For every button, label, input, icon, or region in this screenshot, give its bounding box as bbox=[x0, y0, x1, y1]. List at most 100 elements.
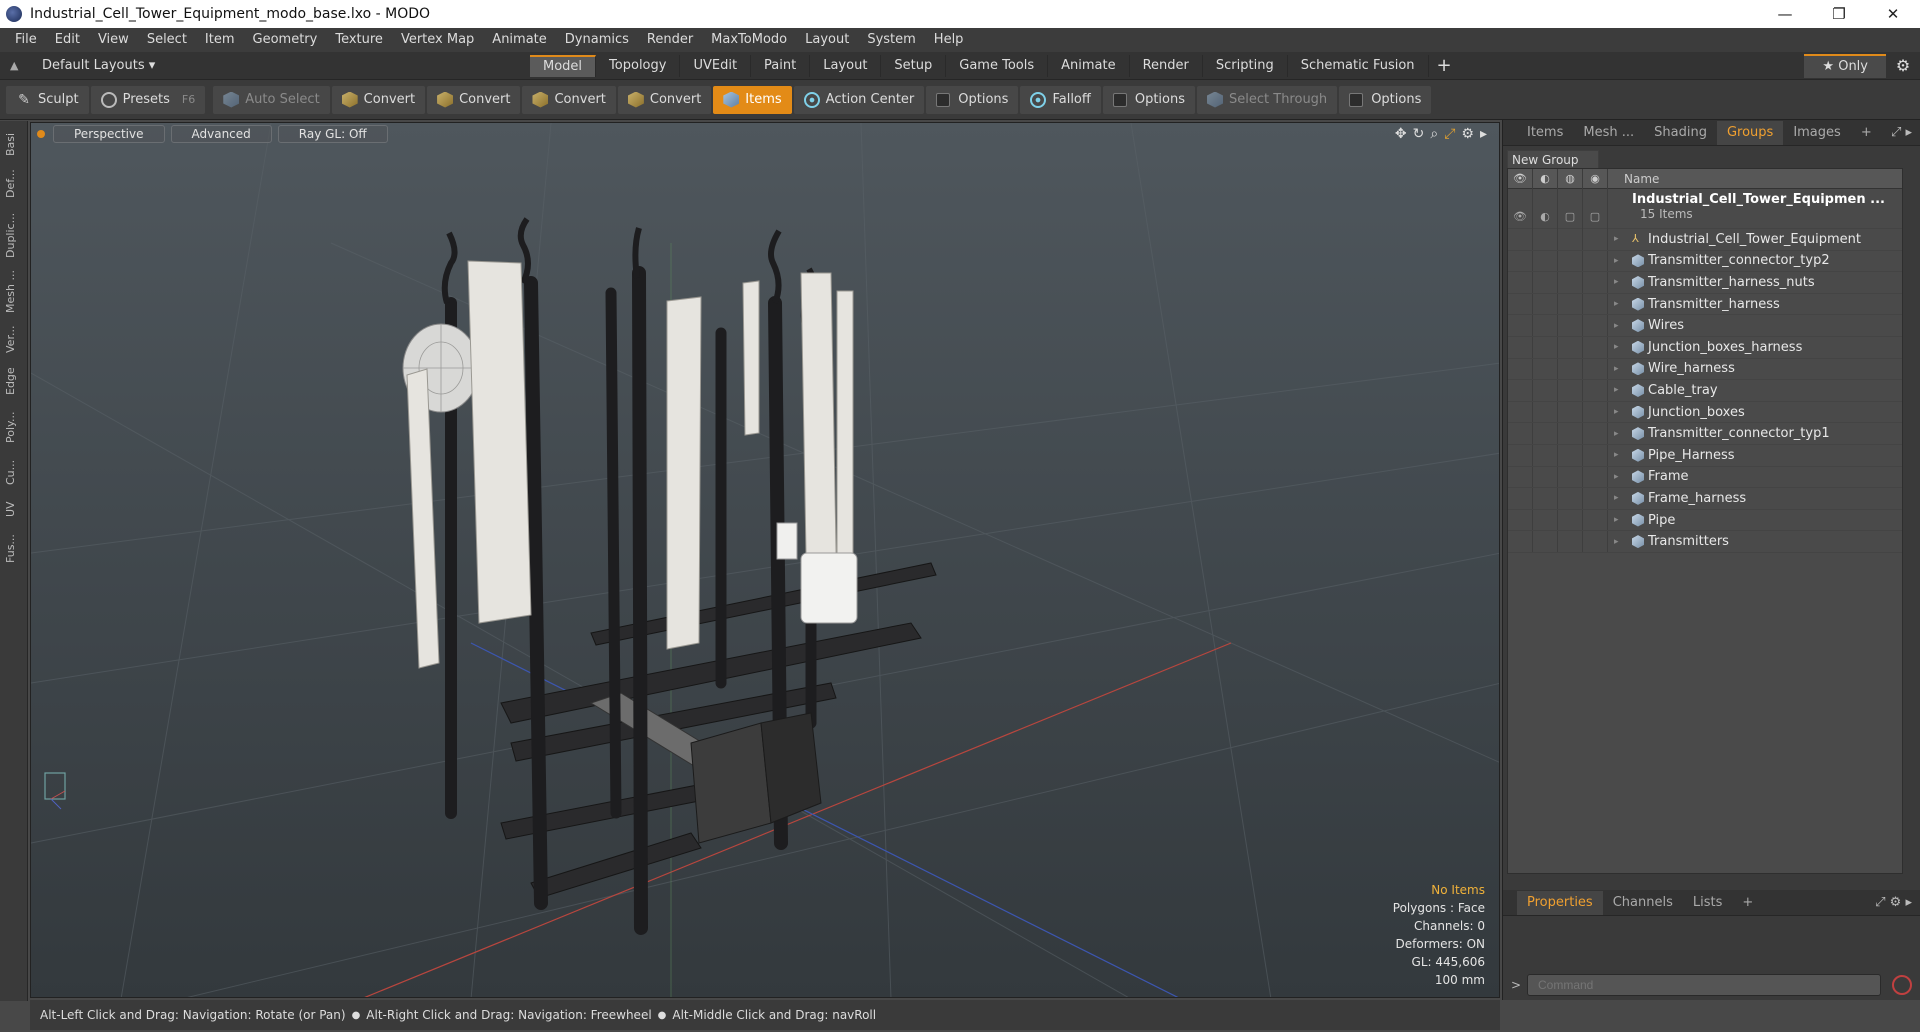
menu-file[interactable]: File bbox=[6, 28, 46, 52]
action-center-button[interactable]: Action Center bbox=[793, 85, 925, 114]
group-row[interactable]: 👁 ◐ ▢ ▢ Industrial_Cell_Tower_Equipmen .… bbox=[1508, 189, 1902, 229]
falloff-options-checkbox[interactable] bbox=[1112, 92, 1127, 107]
expand-arrow-icon[interactable]: ▸ bbox=[1614, 385, 1628, 395]
command-input[interactable] bbox=[1527, 974, 1881, 996]
falloff-options-button[interactable]: Options bbox=[1102, 85, 1196, 114]
render-column-icon[interactable]: ◐ bbox=[1533, 168, 1558, 189]
tab-render[interactable]: Render bbox=[1130, 54, 1203, 77]
list-item[interactable]: ▸ Junction_boxes bbox=[1508, 401, 1902, 424]
tab-properties[interactable]: Properties bbox=[1517, 890, 1603, 915]
raygl-dropdown[interactable]: Ray GL: Off bbox=[277, 125, 388, 143]
3d-viewport[interactable]: Perspective Advanced Ray GL: Off ✥ ↻ ⌕ ⤢… bbox=[30, 122, 1500, 998]
advanced-dropdown[interactable]: Advanced bbox=[170, 125, 272, 143]
select-options-button[interactable]: Options bbox=[1339, 85, 1432, 114]
expand-arrow-icon[interactable]: ▸ bbox=[1614, 537, 1628, 547]
tab-layout[interactable]: Layout bbox=[810, 54, 882, 77]
expand-arrow-icon[interactable]: ▸ bbox=[1614, 407, 1628, 417]
group-lock-box[interactable]: ▢ bbox=[1558, 189, 1583, 229]
fit-view-icon[interactable]: ⤢ bbox=[1444, 126, 1455, 142]
list-item[interactable]: ▸ Transmitter_connector_typ2 bbox=[1508, 250, 1902, 273]
close-button[interactable]: ✕ bbox=[1866, 0, 1920, 28]
list-item[interactable]: ▸ Pipe bbox=[1508, 509, 1902, 532]
expand-arrow-icon[interactable]: ▸ bbox=[1614, 364, 1628, 374]
tab-schematic-fusion[interactable]: Schematic Fusion bbox=[1288, 54, 1429, 77]
tab-duplicate[interactable]: Duplic... bbox=[4, 207, 24, 263]
expand-arrow-icon[interactable]: ▸ bbox=[1614, 321, 1628, 331]
menu-render[interactable]: Render bbox=[638, 28, 702, 52]
menu-geometry[interactable]: Geometry bbox=[244, 28, 327, 52]
group-render-icon[interactable]: ◐ bbox=[1533, 189, 1558, 229]
menu-maxtomodo[interactable]: MaxToModo bbox=[702, 28, 796, 52]
tab-game-tools[interactable]: Game Tools bbox=[946, 54, 1049, 77]
panel-expand-icon[interactable]: ⤢ ▸ bbox=[1891, 125, 1920, 140]
expand-arrow-icon[interactable]: ▸ bbox=[1614, 342, 1628, 352]
tab-edge[interactable]: Edge bbox=[4, 363, 24, 399]
menu-select[interactable]: Select bbox=[138, 28, 196, 52]
tab-fusion[interactable]: Fus... bbox=[4, 529, 24, 569]
list-item[interactable]: ▸ Transmitter_connector_typ1 bbox=[1508, 423, 1902, 445]
tab-channels[interactable]: Channels bbox=[1603, 891, 1683, 915]
menu-help[interactable]: Help bbox=[925, 28, 973, 52]
list-item[interactable]: ▸ Pipe_Harness bbox=[1508, 444, 1902, 467]
menu-dynamics[interactable]: Dynamics bbox=[556, 28, 638, 52]
default-layouts-dropdown[interactable]: Default Layouts ▾ bbox=[42, 58, 155, 73]
expand-arrow-icon[interactable]: ▸ bbox=[1614, 493, 1628, 503]
sculpt-button[interactable]: ✎ Sculpt bbox=[6, 85, 89, 114]
tab-mesh[interactable]: Mesh ... bbox=[4, 269, 24, 315]
select-column-icon[interactable]: ◉ bbox=[1583, 168, 1608, 189]
tab-items[interactable]: Items bbox=[1517, 121, 1573, 145]
group-select-box[interactable]: ▢ bbox=[1583, 189, 1608, 229]
menu-system[interactable]: System bbox=[858, 28, 924, 52]
tab-basic[interactable]: Basi bbox=[4, 127, 24, 161]
tab-deform[interactable]: Def... bbox=[4, 167, 24, 201]
list-item[interactable]: ▸ Wires bbox=[1508, 315, 1902, 337]
list-item[interactable]: ▸ Frame_harness bbox=[1508, 488, 1902, 510]
list-item[interactable]: ▸ Cable_tray bbox=[1508, 380, 1902, 402]
tab-curve[interactable]: Cu... bbox=[4, 455, 24, 489]
list-item[interactable]: ▸ Transmitter_harness_nuts bbox=[1508, 272, 1902, 294]
menu-item[interactable]: Item bbox=[196, 28, 244, 52]
properties-expand-icon[interactable]: ⤢ ⚙ ▸ bbox=[1875, 895, 1920, 910]
viewport-settings-icon[interactable]: ⚙ bbox=[1461, 126, 1474, 142]
action-center-options-button[interactable]: Options bbox=[926, 85, 1019, 114]
menu-animate[interactable]: Animate bbox=[483, 28, 555, 52]
rotate-view-icon[interactable]: ↻ bbox=[1413, 126, 1425, 142]
add-tab-icon[interactable]: + bbox=[1437, 55, 1452, 76]
tab-topology[interactable]: Topology bbox=[596, 54, 681, 77]
tab-uv[interactable]: UV bbox=[4, 495, 24, 523]
presets-button[interactable]: Presets F6 bbox=[90, 85, 206, 114]
tab-groups[interactable]: Groups bbox=[1716, 120, 1784, 145]
auto-select-button[interactable]: Auto Select bbox=[213, 85, 330, 114]
expand-arrow-icon[interactable]: ▸ bbox=[1614, 234, 1628, 244]
visibility-column-icon[interactable]: 👁 bbox=[1508, 168, 1533, 189]
expand-arrow-icon[interactable]: ▸ bbox=[1614, 277, 1628, 287]
list-item[interactable]: ▸ Transmitter_harness bbox=[1508, 293, 1902, 316]
list-item[interactable]: ▸ Frame bbox=[1508, 466, 1902, 489]
expand-arrow-icon[interactable]: ▸ bbox=[1614, 515, 1628, 525]
expand-arrow-icon[interactable]: ▸ bbox=[1614, 256, 1628, 266]
new-group-button[interactable]: New Group bbox=[1507, 150, 1599, 170]
menu-vertex-map[interactable]: Vertex Map bbox=[392, 28, 483, 52]
items-mode-button[interactable]: Items bbox=[713, 85, 792, 114]
tab-uvedit[interactable]: UVEdit bbox=[680, 54, 752, 77]
perspective-dropdown[interactable]: Perspective bbox=[53, 125, 165, 143]
add-panel-tab-icon[interactable]: + bbox=[1851, 121, 1882, 145]
tab-shading[interactable]: Shading bbox=[1644, 121, 1717, 145]
menu-layout[interactable]: Layout bbox=[796, 28, 858, 52]
expand-arrow-icon[interactable]: ▸ bbox=[1614, 472, 1628, 482]
restore-button[interactable]: ❐ bbox=[1812, 0, 1866, 28]
convert-polygons-button[interactable]: Convert bbox=[522, 85, 616, 114]
menu-texture[interactable]: Texture bbox=[326, 28, 392, 52]
convert-edges-button[interactable]: Convert bbox=[427, 85, 521, 114]
expand-arrow-icon[interactable]: ▸ bbox=[1614, 450, 1628, 460]
collapse-arrow-icon[interactable]: ▲ bbox=[10, 59, 24, 72]
tab-setup[interactable]: Setup bbox=[881, 54, 947, 77]
tab-vertex[interactable]: Ver... bbox=[4, 321, 24, 357]
list-item[interactable]: ▸ ⅄ Industrial_Cell_Tower_Equipment bbox=[1508, 229, 1902, 251]
tab-model[interactable]: Model bbox=[530, 54, 597, 77]
list-item[interactable]: ▸ Junction_boxes_harness bbox=[1508, 336, 1902, 359]
tab-polygon[interactable]: Poly... bbox=[4, 405, 24, 449]
command-record-button[interactable] bbox=[1892, 975, 1912, 995]
expand-arrow-icon[interactable]: ▸ bbox=[1614, 299, 1628, 309]
options-checkbox[interactable] bbox=[936, 92, 951, 107]
